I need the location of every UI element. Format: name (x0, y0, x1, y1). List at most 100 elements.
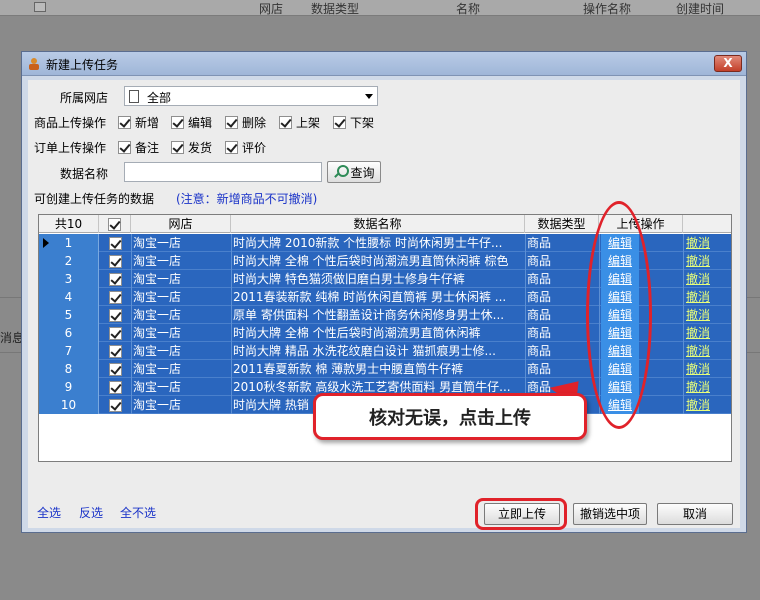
checkbox-ship[interactable]: 发货 (171, 139, 212, 156)
checkbox-icon (108, 309, 122, 322)
header-shop: 网店 (131, 215, 231, 233)
column-divider (683, 306, 684, 324)
row-cancel-link[interactable]: 撤消 (683, 270, 713, 288)
row-index: 4 (39, 288, 99, 306)
row-cancel-link[interactable]: 撤消 (683, 306, 713, 324)
row-shop: 淘宝一店 (133, 236, 182, 250)
select-all-link[interactable]: 全选 (37, 504, 61, 521)
row-data-name: 时尚大牌 全棉 个性后袋时尚潮流男直筒休闲裤 棕色 (233, 254, 509, 268)
row-data-name: 时尚大牌 全棉 个性后袋时尚潮流男直筒休闲裤 (233, 326, 481, 340)
column-divider (131, 324, 132, 342)
row-checkbox[interactable] (99, 270, 131, 288)
checkbox-icon (108, 381, 122, 394)
dialog-titlebar[interactable]: 新建上传任务 X (22, 52, 746, 76)
row-shop: 淘宝一店 (133, 380, 182, 394)
column-divider (231, 270, 232, 288)
data-name-input[interactable] (124, 162, 322, 182)
row-cancel-link[interactable]: 撤消 (683, 360, 713, 378)
note-text: (注意：新增商品不可撤消) (176, 192, 318, 206)
row-cancel-link[interactable]: 撤消 (683, 252, 713, 270)
row-shop: 淘宝一店 (133, 272, 182, 286)
row-checkbox[interactable] (99, 234, 131, 252)
shop-select[interactable]: 全部 (124, 86, 378, 106)
row-data-name: 2011春夏新款 棉 薄款男士中腰直筒牛仔裤 (233, 362, 464, 376)
checkbox-list[interactable]: 上架 (279, 114, 320, 131)
select-none-link[interactable]: 全不选 (120, 504, 156, 521)
row-data-name: 2011春装新款 纯棉 时尚休闲直筒裤 男士休闲裤 ... (233, 290, 507, 304)
row-shop: 淘宝一店 (133, 308, 182, 322)
row-checkbox[interactable] (99, 306, 131, 324)
highlight-oval (586, 201, 652, 429)
cancel-button[interactable]: 取消 (657, 503, 733, 525)
row-shop: 淘宝一店 (133, 290, 182, 304)
order-ops-label: 订单上传操作 (34, 141, 107, 155)
invert-selection-link[interactable]: 反选 (79, 504, 103, 521)
column-divider (231, 306, 232, 324)
bg-col-name: 名称 (456, 2, 481, 16)
row-shop: 淘宝一店 (133, 398, 182, 412)
column-divider (683, 288, 684, 306)
chevron-down-icon (365, 94, 373, 99)
checkbox-edit[interactable]: 编辑 (171, 114, 212, 131)
row-checkbox[interactable] (99, 396, 131, 414)
checkbox-delete[interactable]: 删除 (225, 114, 266, 131)
query-button[interactable]: 查询 (327, 161, 381, 183)
column-divider (683, 324, 684, 342)
checkbox-icon (108, 345, 122, 358)
header-data-name: 数据名称 (231, 215, 525, 233)
column-divider (525, 270, 526, 288)
checkbox-icon (108, 218, 121, 231)
row-cancel-link[interactable]: 撤消 (683, 234, 713, 252)
column-divider (231, 324, 232, 342)
row-shop: 淘宝一店 (133, 326, 182, 340)
column-divider (525, 360, 526, 378)
row-checkbox[interactable] (99, 252, 131, 270)
row-index: 9 (39, 378, 99, 396)
row-checkbox[interactable] (99, 360, 131, 378)
column-divider (131, 234, 132, 252)
column-divider (683, 270, 684, 288)
cancel-selected-button[interactable]: 撤销选中项 (573, 503, 647, 525)
row-index: 10 (39, 396, 99, 414)
document-icon (129, 90, 139, 103)
checkbox-add[interactable]: 新增 (118, 114, 159, 131)
row-checkbox[interactable] (99, 288, 131, 306)
product-ops-label: 商品上传操作 (34, 116, 107, 130)
bg-col-time: 创建时间 (676, 2, 725, 16)
column-divider (231, 396, 232, 414)
header-select-all[interactable] (99, 215, 131, 233)
checkbox-delist[interactable]: 下架 (333, 114, 374, 131)
row-checkbox[interactable] (99, 378, 131, 396)
column-divider (525, 342, 526, 360)
shop-select-value: 全部 (147, 91, 172, 105)
header-action (683, 215, 731, 233)
row-cancel-link[interactable]: 撤消 (683, 324, 713, 342)
checkbox-icon (108, 273, 122, 286)
column-divider (525, 252, 526, 270)
bg-col-op: 操作名称 (583, 2, 632, 16)
row-cancel-link[interactable]: 撤消 (683, 378, 713, 396)
row-data-name: 时尚大牌 2010新款 个性腰标 时尚休闲男士牛仔... (233, 236, 503, 250)
row-data-name: 时尚大牌 精品 水洗花纹磨白设计 猫抓痕男士修... (233, 344, 496, 358)
row-checkbox[interactable] (99, 324, 131, 342)
column-divider (525, 288, 526, 306)
row-cancel-link[interactable]: 撤消 (683, 288, 713, 306)
dialog-title: 新建上传任务 (46, 58, 119, 72)
column-divider (231, 378, 232, 396)
row-index: 3 (39, 270, 99, 288)
row-data-name: 时尚大牌 特色猫须做旧磨白男士修身牛仔裤 (233, 272, 465, 286)
row-index: 2 (39, 252, 99, 270)
app-icon (29, 58, 39, 70)
row-cancel-link[interactable]: 撤消 (683, 396, 713, 414)
checkbox-note[interactable]: 备注 (118, 139, 159, 156)
close-button[interactable]: X (714, 55, 742, 72)
checkbox-review[interactable]: 评价 (225, 139, 266, 156)
header-count: 共10 (39, 215, 99, 233)
row-checkbox[interactable] (99, 342, 131, 360)
column-divider (231, 288, 232, 306)
bg-col-type: 数据类型 (311, 2, 360, 16)
current-row-arrow-icon (43, 238, 49, 248)
checkbox-icon (108, 327, 122, 340)
row-cancel-link[interactable]: 撤消 (683, 342, 713, 360)
column-divider (131, 396, 132, 414)
